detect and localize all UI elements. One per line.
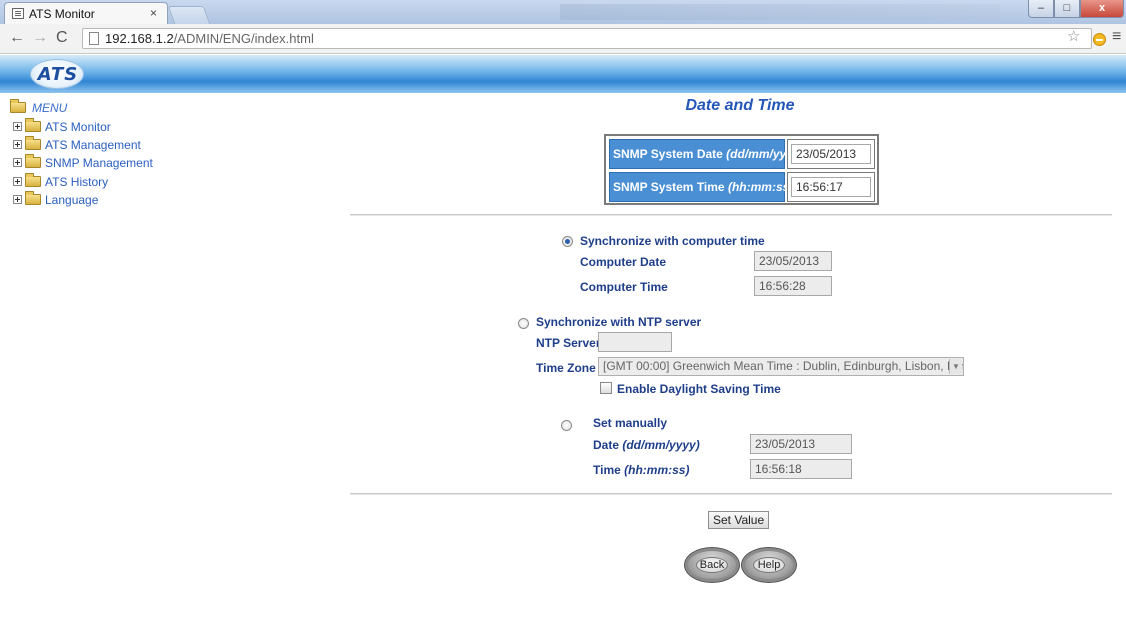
sync-ntp-label: Synchronize with NTP server [536,315,702,329]
url-text: 192.168.1.2/ADMIN/ENG/index.html [105,31,314,46]
computer-time-field[interactable]: 16:56:28 [754,276,832,296]
ntp-server-input[interactable] [598,332,672,352]
manual-time-format: (hh:mm:ss) [624,463,690,477]
set-manually-radio[interactable] [561,420,572,431]
back-button-label: Back [696,557,728,573]
sidebar-item-label: ATS History [45,175,109,189]
url-host: 192.168.1.2 [105,31,174,46]
snmp-date-input[interactable]: 23/05/2013 [791,144,871,164]
extension-icon[interactable] [1093,33,1106,46]
folder-icon [25,118,41,132]
set-manually-label: Set manually [593,416,668,430]
daylight-saving-label: Enable Daylight Saving Time [617,382,781,396]
blurred-background-area [560,4,1000,20]
close-window-button[interactable]: x [1080,0,1124,18]
minimize-button[interactable]: – [1028,0,1054,18]
divider [350,493,1112,495]
ntp-server-label: NTP Server [536,336,601,350]
ats-logo: ATS [30,59,84,89]
bookmark-star-icon[interactable]: ☆ [1067,27,1080,45]
help-button-label: Help [753,557,785,573]
sidebar-item-label: ATS Management [45,138,141,152]
manual-time-label-text: Time [593,463,621,477]
sidebar-item-label: Language [45,193,99,207]
expand-plus-icon[interactable] [13,177,22,186]
back-button[interactable]: Back [684,547,740,583]
snmp-time-input[interactable]: 16:56:17 [791,177,871,197]
url-path: /ADMIN/ENG/index.html [173,31,314,46]
snmp-time-label: SNMP System Time (hh:mm:ss) [609,172,793,202]
snmp-date-label-text: SNMP System Date [613,147,723,161]
sync-ntp-radio[interactable] [518,318,529,329]
reload-icon[interactable]: C [56,29,68,47]
sidebar-item-label: SNMP Management [45,156,153,170]
folder-icon [25,191,41,205]
new-tab-button[interactable] [167,6,211,24]
time-zone-value: [GMT 00:00] Greenwich Mean Time : Dublin… [603,359,964,373]
expand-plus-icon[interactable] [13,158,22,167]
app-header-banner [0,55,1126,93]
chevron-down-icon[interactable]: ▼ [949,359,962,374]
page-favicon-icon [12,8,24,19]
address-bar[interactable]: 192.168.1.2/ADMIN/ENG/index.html [82,28,1092,49]
daylight-saving-checkbox[interactable] [600,382,612,394]
computer-time-label: Computer Time [580,280,668,294]
snmp-time-format: (hh:mm:ss) [727,180,794,194]
help-button[interactable]: Help [741,547,797,583]
manual-date-label: Date (dd/mm/yyyy) [593,438,700,452]
manual-date-field[interactable]: 23/05/2013 [750,434,852,454]
computer-date-field[interactable]: 23/05/2013 [754,251,832,271]
menu-root-label: MENU [32,101,68,115]
back-arrow-icon[interactable]: ← [9,29,25,47]
browser-toolbar: ← → C 192.168.1.2/ADMIN/ENG/index.html ☆… [0,24,1126,54]
snmp-time-cell: 16:56:17 [787,172,875,202]
expand-plus-icon[interactable] [13,195,22,204]
open-folder-icon [10,99,26,113]
time-zone-label: Time Zone [536,361,596,375]
folder-icon [25,154,41,168]
computer-date-label: Computer Date [580,255,667,269]
browser-menu-icon[interactable]: ≡ [1112,28,1121,46]
set-value-button[interactable]: Set Value [708,511,770,529]
expand-plus-icon[interactable] [13,122,22,131]
sync-computer-radio[interactable] [562,236,573,247]
manual-time-field[interactable]: 16:56:18 [750,459,852,479]
sidebar-item-label: ATS Monitor [45,120,111,134]
ats-logo-text: ATS [37,64,79,85]
tab-close-icon[interactable]: × [150,6,157,20]
page-icon [89,32,99,45]
folder-icon [25,173,41,187]
forward-arrow-icon[interactable]: → [32,29,48,47]
snmp-date-label: SNMP System Date (dd/mm/yyyy) [609,139,804,169]
page-title: Date and Time [685,97,795,114]
tab-title: ATS Monitor [29,7,95,21]
folder-icon [25,136,41,150]
snmp-time-label-text: SNMP System Time [613,180,725,194]
snmp-datetime-table: SNMP System Date (dd/mm/yyyy) 23/05/2013… [604,134,879,205]
divider [350,214,1112,216]
browser-tab[interactable]: ATS Monitor × [4,2,168,24]
maximize-button[interactable]: □ [1054,0,1080,18]
manual-time-label: Time (hh:mm:ss) [593,463,689,477]
sync-computer-label: Synchronize with computer time [580,234,765,248]
expand-plus-icon[interactable] [13,140,22,149]
manual-date-label-text: Date [593,438,620,452]
time-zone-select[interactable]: [GMT 00:00] Greenwich Mean Time : Dublin… [598,357,964,376]
manual-date-format: (dd/mm/yyyy) [622,438,700,452]
snmp-date-cell: 23/05/2013 [787,139,875,169]
browser-titlebar: ATS Monitor × – □ x [0,0,1126,24]
